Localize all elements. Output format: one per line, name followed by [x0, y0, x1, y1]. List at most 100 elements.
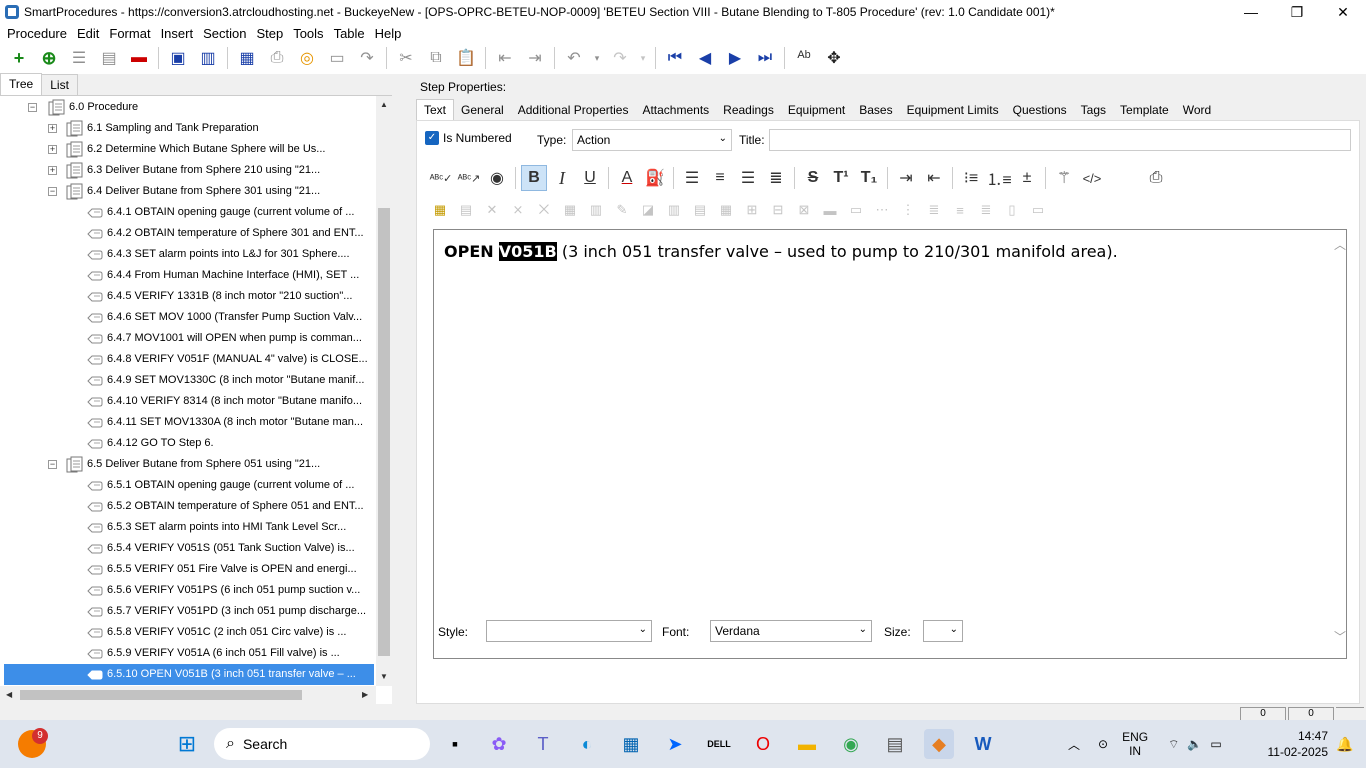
print-icon[interactable]: ⎙: [1143, 165, 1169, 191]
panel-splitter[interactable]: [392, 74, 406, 704]
align-right-icon[interactable]: ☰: [735, 165, 761, 191]
menu-step[interactable]: Step: [251, 26, 288, 41]
collapse-icon[interactable]: −: [28, 103, 37, 112]
previous-icon[interactable]: ◀: [693, 46, 717, 70]
justify-icon[interactable]: ≣: [763, 165, 789, 191]
tree-section-node[interactable]: +6.1 Sampling and Tank Preparation: [4, 118, 374, 139]
tree-step-node[interactable]: 6.4.8 VERIFY V051F (MANUAL 4" valve) is …: [4, 349, 374, 370]
menu-insert[interactable]: Insert: [156, 26, 199, 41]
smartprocedures-taskbar-icon[interactable]: ◆: [924, 729, 954, 759]
list-alt-icon[interactable]: ▤: [97, 46, 121, 70]
size-select[interactable]: ⌄: [923, 620, 963, 642]
editor-scrollbar[interactable]: ︿ ﹀: [1332, 230, 1346, 658]
title-input[interactable]: [769, 129, 1351, 151]
network-status-icon[interactable]: ⊙: [1098, 737, 1108, 751]
scroll-down-icon[interactable]: ▼: [380, 672, 388, 681]
tree-step-node[interactable]: 6.5.6 VERIFY V051PS (6 inch 051 pump suc…: [4, 580, 374, 601]
tree-horizontal-scrollbar[interactable]: ◀ ▶: [0, 686, 376, 704]
battery-icon[interactable]: ▭: [1210, 737, 1221, 751]
task-view-icon[interactable]: ▪: [440, 729, 470, 759]
spellcheck-icon[interactable]: ᴬᴮᶜ✓: [428, 165, 454, 191]
teams-icon[interactable]: T: [528, 729, 558, 759]
tree-vertical-scrollbar[interactable]: ▲ ▼: [376, 96, 392, 686]
expand-icon[interactable]: +: [48, 124, 57, 133]
tab-template[interactable]: Template: [1113, 100, 1176, 120]
tree-step-node[interactable]: 6.4.10 VERIFY 8314 (8 inch motor "Butane…: [4, 391, 374, 412]
export-icon[interactable]: ▦: [235, 46, 259, 70]
scroll-up-icon[interactable]: ▲: [380, 100, 388, 109]
save-copy-icon[interactable]: ▣: [166, 46, 190, 70]
edge-icon[interactable]: ◐: [572, 729, 602, 759]
wifi-icon[interactable]: ⌔: [1168, 737, 1179, 752]
tab-attachments[interactable]: Attachments: [635, 100, 716, 120]
redo-icon[interactable]: ↷: [608, 46, 632, 70]
italic-button[interactable]: I: [549, 165, 575, 191]
next-icon[interactable]: ▶: [723, 46, 747, 70]
move-icon[interactable]: ✥: [822, 46, 846, 70]
tree-step-node[interactable]: 6.4.7 MOV1001 will OPEN when pump is com…: [4, 328, 374, 349]
tree-step-node[interactable]: 6.5.9 VERIFY V051A (6 inch 051 Fill valv…: [4, 643, 374, 664]
tree-step-node[interactable]: 6.5.10 OPEN V051B (3 inch 051 transfer v…: [4, 664, 374, 685]
outdent-icon[interactable]: ⇤: [493, 46, 517, 70]
align-center-icon[interactable]: ≡: [707, 165, 733, 191]
align-left-icon[interactable]: ☰: [679, 165, 705, 191]
store-icon[interactable]: ▦: [616, 729, 646, 759]
magic-wand-icon[interactable]: ⚚: [1051, 165, 1077, 191]
style-select[interactable]: ⌄: [486, 620, 652, 642]
font-select[interactable]: Verdana ⌄: [710, 620, 872, 642]
menu-table[interactable]: Table: [329, 26, 370, 41]
scroll-right-icon[interactable]: ▶: [362, 690, 368, 699]
collapse-icon[interactable]: −: [48, 460, 57, 469]
copy-icon[interactable]: ⧉: [424, 46, 448, 70]
bold-button[interactable]: B: [521, 165, 547, 191]
tree-section-node[interactable]: − 6.0 Procedure: [4, 97, 374, 118]
opera-icon[interactable]: O: [748, 729, 778, 759]
tree-step-node[interactable]: 6.4.11 SET MOV1330A (8 inch motor "Butan…: [4, 412, 374, 433]
spellcheck-options-icon[interactable]: ᴬᴮᶜ↗: [456, 165, 482, 191]
tab-additional-properties[interactable]: Additional Properties: [511, 100, 636, 120]
last-icon[interactable]: ⏭: [753, 46, 777, 70]
cut-icon[interactable]: ✂: [394, 46, 418, 70]
tab-equipment[interactable]: Equipment: [781, 100, 852, 120]
app-taskbar-icon[interactable]: ▤: [880, 729, 910, 759]
list-icon[interactable]: ☰: [67, 46, 91, 70]
tab-questions[interactable]: Questions: [1006, 100, 1074, 120]
source-code-icon[interactable]: </>: [1079, 165, 1105, 191]
chevron-up-icon[interactable]: ︿: [1334, 236, 1346, 253]
redo-dropdown-icon[interactable]: ▾: [638, 46, 648, 70]
remove-icon[interactable]: ▬: [127, 46, 151, 70]
step-text[interactable]: OPEN V051B (3 inch 051 transfer valve – …: [444, 242, 1118, 261]
tab-tags[interactable]: Tags: [1074, 100, 1113, 120]
paste-icon[interactable]: 📋: [454, 46, 478, 70]
expand-icon[interactable]: +: [48, 166, 57, 175]
frame-icon[interactable]: ▭: [325, 46, 349, 70]
tab-bases[interactable]: Bases: [852, 100, 899, 120]
tab-general[interactable]: General: [454, 100, 511, 120]
dell-icon[interactable]: DELL: [704, 729, 734, 759]
horizontal-line-icon[interactable]: ±: [1014, 165, 1040, 191]
step-text-editor[interactable]: OPEN V051B (3 inch 051 transfer valve – …: [433, 229, 1347, 659]
tree-step-node[interactable]: 6.5.7 VERIFY V051PD (3 inch 051 pump dis…: [4, 601, 374, 622]
tree-step-node[interactable]: 6.4.12 GO TO Step 6.: [4, 433, 374, 454]
tab-word[interactable]: Word: [1176, 100, 1218, 120]
scroll-thumb[interactable]: [378, 208, 390, 656]
first-icon[interactable]: ⏮: [663, 46, 687, 70]
collapse-icon[interactable]: −: [48, 187, 57, 196]
add-icon[interactable]: +: [7, 46, 31, 70]
minimize-button[interactable]: —: [1228, 0, 1274, 24]
file-explorer-icon[interactable]: ▬: [792, 729, 822, 759]
type-select[interactable]: Action ⌄: [572, 129, 732, 151]
language-indicator[interactable]: ENG IN: [1122, 730, 1148, 758]
menu-tools[interactable]: Tools: [288, 26, 328, 41]
indent-icon[interactable]: ⇥: [523, 46, 547, 70]
tree-step-node[interactable]: 6.4.2 OBTAIN temperature of Sphere 301 a…: [4, 223, 374, 244]
resize-grip[interactable]: [1336, 707, 1364, 720]
taskbar-search[interactable]: ⌕ Search: [214, 728, 430, 760]
tree-step-node[interactable]: 6.4.6 SET MOV 1000 (Transfer Pump Suctio…: [4, 307, 374, 328]
insert-table-icon[interactable]: ▦: [429, 199, 451, 221]
tree-step-node[interactable]: 6.5.8 VERIFY V051C (2 inch 051 Circ valv…: [4, 622, 374, 643]
increase-indent-icon[interactable]: ⇥: [893, 165, 919, 191]
windows-start-icon[interactable]: ⊞: [172, 729, 202, 759]
tree-step-node[interactable]: 6.5.2 OBTAIN temperature of Sphere 051 a…: [4, 496, 374, 517]
tree-step-node[interactable]: 6.4.4 From Human Machine Interface (HMI)…: [4, 265, 374, 286]
